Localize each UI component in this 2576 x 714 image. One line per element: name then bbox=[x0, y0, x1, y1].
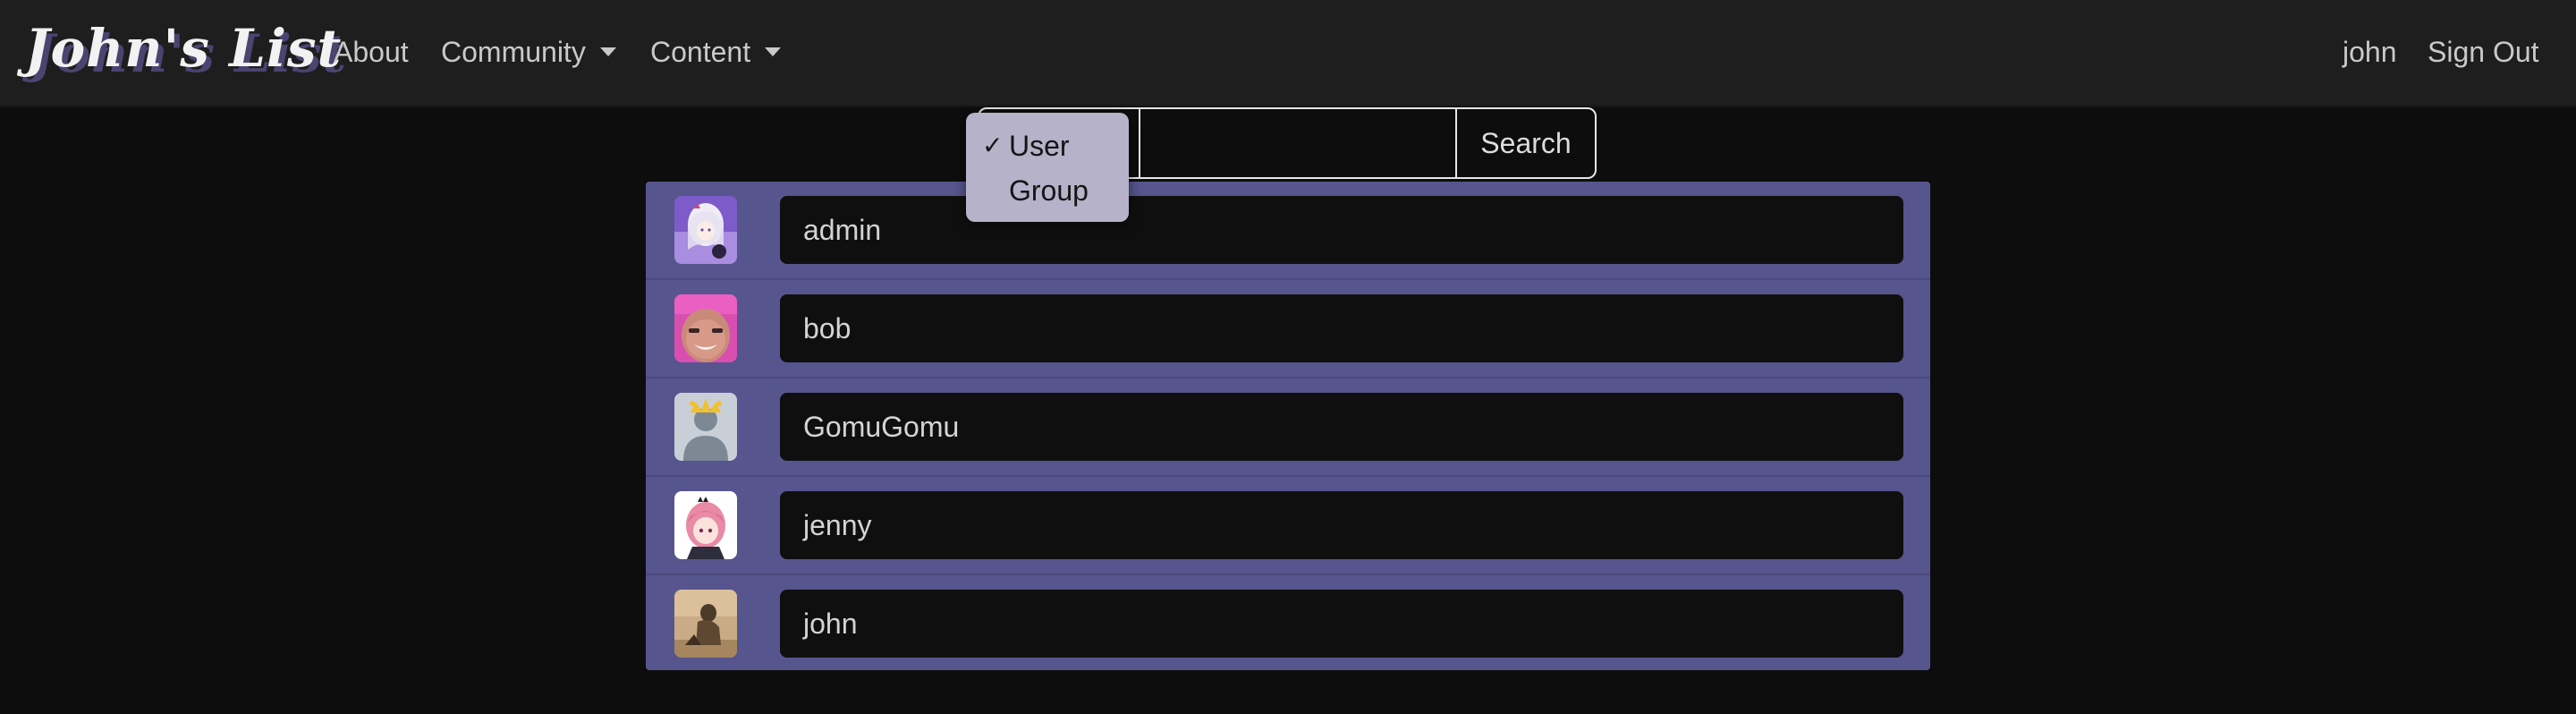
chevron-down-icon bbox=[765, 47, 782, 56]
user-list: admin bob GomuGomu jenny john bbox=[646, 182, 1930, 670]
nav-content-label: Content bbox=[650, 36, 751, 68]
navbar: John's List About Community Content john… bbox=[0, 0, 2576, 107]
anime-pink-hair-avatar-icon bbox=[674, 491, 737, 559]
brand-logo[interactable]: John's List bbox=[25, 13, 342, 84]
user-name: bob bbox=[803, 312, 852, 344]
list-item[interactable]: jenny bbox=[646, 477, 1930, 575]
search-input[interactable] bbox=[1140, 109, 1455, 177]
checkmark-icon: ✓ bbox=[982, 132, 1004, 159]
list-item[interactable]: admin bbox=[646, 182, 1930, 280]
search-type-dropdown: ✓ User Group bbox=[966, 113, 1129, 222]
user-name: john bbox=[803, 608, 858, 640]
chevron-down-icon bbox=[599, 47, 616, 56]
avatar bbox=[674, 196, 737, 264]
avatar bbox=[674, 393, 737, 461]
user-name-field: GomuGomu bbox=[780, 393, 1903, 461]
nav-about[interactable]: About bbox=[334, 27, 409, 77]
avatar bbox=[674, 491, 737, 559]
user-name-field: bob bbox=[780, 294, 1903, 362]
nav-community-dropdown[interactable]: Community bbox=[441, 27, 616, 77]
option-user[interactable]: ✓ User bbox=[966, 123, 1129, 168]
user-name: admin bbox=[803, 214, 882, 246]
sign-out-label: Sign Out bbox=[2428, 36, 2539, 68]
default-avatar-icon bbox=[674, 393, 737, 461]
sign-out-link[interactable]: Sign Out bbox=[2428, 27, 2539, 77]
list-item[interactable]: GomuGomu bbox=[646, 378, 1930, 477]
nav-about-label: About bbox=[334, 36, 409, 68]
nav-user-label: john bbox=[2343, 36, 2397, 68]
search-button[interactable]: Search bbox=[1455, 109, 1595, 177]
avatar bbox=[674, 294, 737, 362]
avatar bbox=[674, 590, 737, 658]
user-name-field: john bbox=[780, 590, 1903, 658]
nav-community-label: Community bbox=[441, 36, 586, 68]
option-group[interactable]: Group bbox=[966, 168, 1129, 213]
man-pink-avatar-icon bbox=[674, 294, 737, 362]
list-item[interactable]: john bbox=[646, 575, 1930, 674]
option-user-label: User bbox=[1009, 130, 1070, 162]
user-name-field: admin bbox=[780, 196, 1903, 264]
seated-figure-avatar-icon bbox=[674, 590, 737, 658]
nav-content-dropdown[interactable]: Content bbox=[650, 27, 782, 77]
user-name: jenny bbox=[803, 509, 872, 541]
list-item[interactable]: bob bbox=[646, 280, 1930, 378]
user-name-field: jenny bbox=[780, 491, 1903, 559]
anime-girl-avatar-icon bbox=[674, 196, 737, 264]
option-group-label: Group bbox=[1009, 174, 1089, 207]
nav-user-john[interactable]: john bbox=[2343, 27, 2397, 77]
user-name: GomuGomu bbox=[803, 411, 960, 443]
